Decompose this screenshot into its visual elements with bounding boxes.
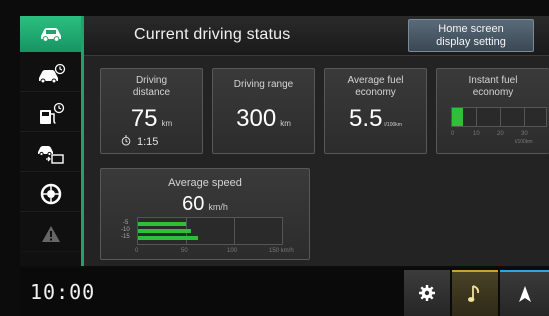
- settings-button[interactable]: [404, 270, 450, 316]
- avg-speed-value: 60: [182, 193, 205, 215]
- range-unit: km: [280, 119, 291, 128]
- title-line1: Instant fuel: [468, 75, 518, 86]
- car-clock-icon: [36, 63, 66, 85]
- card-title: Driving range: [233, 79, 294, 90]
- music-note-icon: [468, 284, 482, 304]
- value-row: 60 km/h: [101, 193, 309, 216]
- average-fuel-economy-card[interactable]: Average fuel economy 5.5 l/100km: [324, 68, 427, 154]
- distance-unit: km: [161, 119, 173, 128]
- title-line2: distance: [132, 87, 171, 98]
- gauge-unit: l/100km: [515, 139, 533, 145]
- sidebar-item-tire-info[interactable]: [20, 176, 81, 212]
- navigation-button[interactable]: [500, 270, 549, 316]
- row-label-5: -5: [123, 220, 129, 226]
- tick-10: 10: [473, 131, 480, 137]
- warning-icon: [41, 225, 61, 243]
- range-value: 300: [236, 105, 277, 132]
- speed-bar-10min: [138, 229, 191, 233]
- elapsed-time: 1:15: [137, 136, 159, 148]
- header: Current driving status Home screen displ…: [84, 16, 549, 56]
- fuel-clock-icon: [36, 102, 66, 126]
- tick-0: 0: [135, 248, 139, 254]
- value-row: 300 km: [213, 105, 314, 133]
- row-label-15: -15: [121, 234, 130, 240]
- speed-bar-15min: [138, 236, 198, 240]
- home-button-line1: Home screen: [438, 23, 504, 35]
- tick-0: 0: [451, 131, 455, 137]
- card-title: Instant fuel economy: [437, 75, 549, 99]
- audio-button[interactable]: [452, 270, 498, 316]
- sidebar: [20, 16, 84, 266]
- average-speed-card[interactable]: Average speed 60 km/h -5 -10 -15 0 50 100…: [100, 168, 310, 260]
- sidebar-item-warnings[interactable]: [20, 216, 81, 252]
- card-title: Driving distance: [101, 75, 202, 99]
- sidebar-item-fuel-history[interactable]: [20, 96, 81, 132]
- card-title: Average speed: [168, 177, 242, 189]
- car-transfer-icon: [36, 143, 66, 165]
- instant-fuel-bar: [452, 108, 463, 126]
- speed-history-chart: [137, 217, 283, 245]
- screen: Current driving status Home screen displ…: [0, 0, 549, 316]
- speed-bar-5min: [138, 222, 186, 226]
- value-row: 5.5 l/100km: [325, 105, 426, 133]
- home-screen-display-setting-button[interactable]: Home screen display setting: [408, 19, 534, 52]
- instant-fuel-gauge: [451, 107, 547, 127]
- clock: 10:00: [30, 280, 96, 304]
- value-row: 75 km: [101, 105, 202, 133]
- row-label-10: -10: [121, 227, 130, 233]
- footer: 10:00: [20, 268, 549, 316]
- gear-icon: [418, 284, 436, 302]
- tick-100: 100: [227, 248, 238, 254]
- time-row: 1:15: [121, 135, 158, 149]
- title-line2: economy: [355, 87, 396, 98]
- title-line2: economy: [472, 87, 514, 98]
- navigation-arrow-icon: [518, 285, 532, 303]
- avg-fuel-value: 5.5: [349, 105, 383, 132]
- car-icon: [38, 26, 64, 42]
- sidebar-item-driving-history[interactable]: [20, 56, 81, 92]
- driving-range-card[interactable]: Driving range 300 km: [212, 68, 315, 154]
- avg-fuel-unit: l/100km: [384, 122, 402, 128]
- tick-20: 20: [497, 131, 504, 137]
- title-line1: Driving: [135, 75, 168, 86]
- status-panel: Driving distance 75 km 1:15 Driving range…: [84, 56, 549, 266]
- tick-30: 30: [521, 131, 528, 137]
- page-title: Current driving status: [134, 26, 291, 43]
- home-button-line2: display setting: [436, 36, 506, 48]
- tick-50: 50: [181, 248, 188, 254]
- sidebar-item-driving-status[interactable]: [20, 16, 81, 52]
- instant-fuel-economy-card[interactable]: Instant fuel economy 0 10 20 30 l/100km: [436, 68, 549, 154]
- tick-150: 150 km/h: [269, 248, 294, 254]
- title-line1: Average fuel: [347, 75, 404, 86]
- tire-icon: [40, 183, 62, 205]
- driving-distance-card[interactable]: Driving distance 75 km 1:15: [100, 68, 203, 154]
- distance-value: 75: [130, 105, 158, 132]
- sidebar-item-eco-tips[interactable]: [20, 136, 81, 172]
- card-title: Average fuel economy: [325, 75, 426, 99]
- avg-speed-unit: km/h: [208, 202, 228, 212]
- stopwatch-icon: [121, 135, 131, 149]
